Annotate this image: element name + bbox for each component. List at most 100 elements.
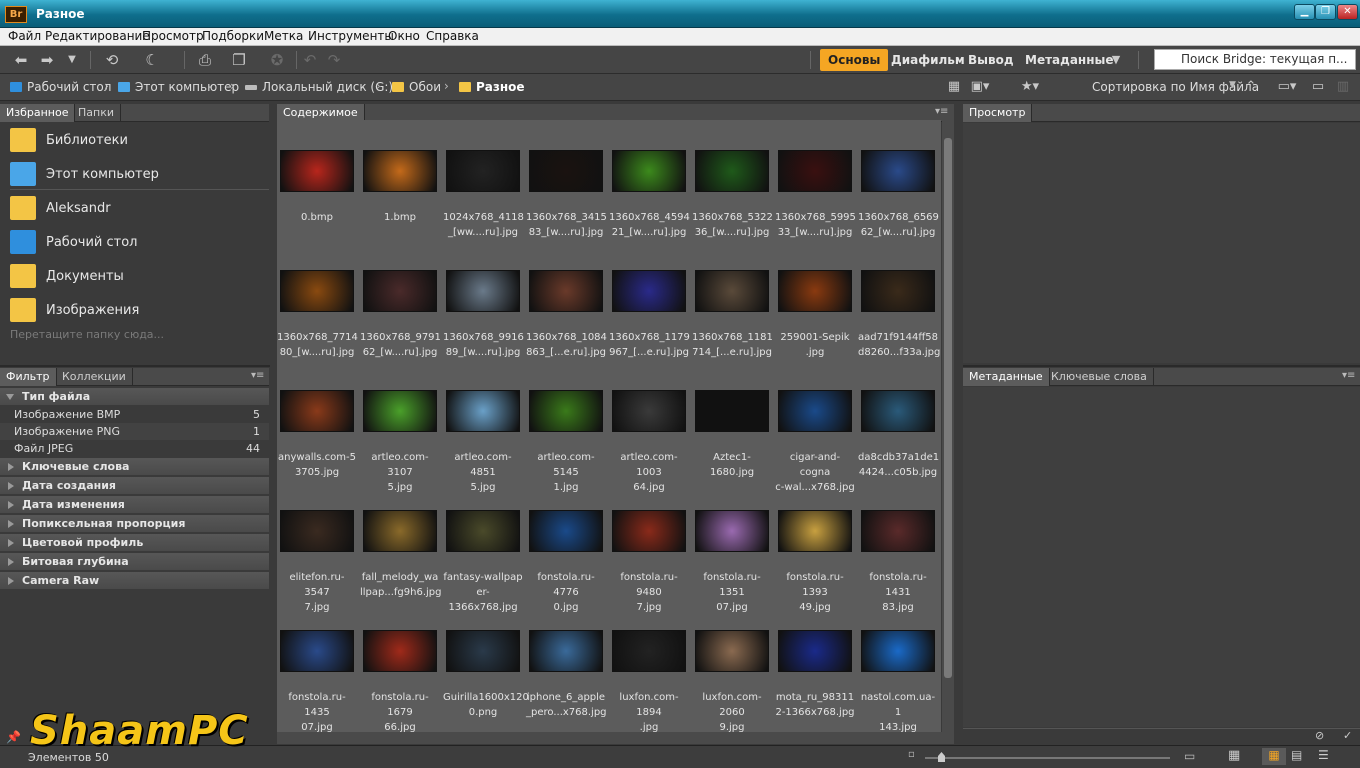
favorite-item[interactable]: Этот компьютер	[10, 159, 159, 189]
thumbnail-image[interactable]	[778, 270, 852, 312]
thumbnail-image[interactable]	[612, 150, 686, 192]
thumbnail-item[interactable]: luxfon.com-1894 .jpg	[609, 600, 692, 732]
panel-splitter[interactable]	[962, 365, 1360, 367]
thumbnail-image[interactable]	[363, 510, 437, 552]
thumbnail-image[interactable]	[861, 390, 935, 432]
thumbnail-image[interactable]	[695, 270, 769, 312]
filter-row[interactable]: Изображение BMP 5	[0, 406, 269, 423]
thumbnail-image[interactable]	[695, 150, 769, 192]
thumbnail-image[interactable]	[363, 270, 437, 312]
forward-icon[interactable]: ➡	[36, 50, 58, 70]
view-thumbnails-icon[interactable]: ▦	[1262, 748, 1286, 765]
thumbnail-item[interactable]: 0.bmp	[277, 120, 360, 240]
thumbnail-image[interactable]	[861, 630, 935, 672]
tab-folders[interactable]: Папки	[72, 104, 121, 122]
thumbnail-image[interactable]	[612, 510, 686, 552]
camera-raw-icon[interactable]: ☾	[142, 50, 162, 70]
thumbnail-item[interactable]: 1360x768_1179 967_[...e.ru].jpg	[609, 240, 692, 360]
rotate-left-icon[interactable]: ↶	[300, 50, 320, 70]
workspace-metadata[interactable]: Метаданные	[1017, 49, 1122, 71]
tab-filter[interactable]: Фильтр	[0, 368, 57, 386]
thumbnail-image[interactable]	[529, 630, 603, 672]
thumbnail-size-slider[interactable]	[925, 757, 1170, 759]
right-splitter[interactable]	[955, 104, 963, 744]
thumbnail-image[interactable]	[778, 150, 852, 192]
thumbnail-image[interactable]	[695, 630, 769, 672]
panel-splitter[interactable]	[0, 365, 270, 367]
thumbnail-quality-icon[interactable]: ▣▾	[966, 77, 994, 97]
favorite-item[interactable]: Изображения	[10, 295, 139, 325]
menu-help[interactable]: Справка	[426, 29, 479, 43]
panel-menu-icon[interactable]: ▾≡	[935, 106, 948, 117]
breadcrumb-chevron-icon[interactable]: ›	[444, 79, 449, 93]
new-folder-icon[interactable]: ▭	[1308, 77, 1328, 97]
menu-tools[interactable]: Инструменты	[308, 29, 394, 43]
thumbnail-item[interactable]: artleo.com-3107 5.jpg	[360, 360, 443, 493]
thumbnail-item[interactable]: artleo.com-5145 1.jpg	[526, 360, 609, 493]
favorite-item[interactable]: Aleksandr	[10, 193, 111, 223]
thumbnail-item[interactable]: nastol.com.ua-1 143.jpg	[858, 600, 941, 732]
boomerang-icon[interactable]: ⟲	[100, 50, 124, 70]
thumbnail-item[interactable]: Guirilla1600x120 0.png	[443, 600, 529, 720]
thumbnail-item[interactable]: 1360x768_7714 80_[w....ru].jpg	[277, 240, 360, 360]
menu-label[interactable]: Метка	[264, 29, 303, 43]
breadcrumb-desktop[interactable]: Рабочий стол	[10, 80, 111, 94]
menu-file[interactable]: Файл	[8, 29, 41, 43]
thumbnail-item[interactable]: fonstola.ru-1393 49.jpg	[775, 480, 858, 613]
search-input[interactable]: Поиск Bridge: текущая п...	[1154, 49, 1356, 70]
tab-preview[interactable]: Просмотр	[963, 104, 1033, 122]
rotate-right-icon[interactable]: ↷	[324, 50, 344, 70]
thumbnail-image[interactable]	[529, 390, 603, 432]
tab-keywords[interactable]: Ключевые слова	[1045, 368, 1154, 386]
thumbnail-image[interactable]	[280, 390, 354, 432]
thumbnail-item[interactable]: fonstola.ru-1431 83.jpg	[858, 480, 941, 613]
thumbnail-image[interactable]	[280, 630, 354, 672]
menu-stacks[interactable]: Подборки	[202, 29, 264, 43]
breadcrumb-chevron-icon[interactable]: ›	[376, 79, 381, 93]
view-details-icon[interactable]: ▤	[1291, 748, 1302, 762]
thumbnail-item[interactable]: anywalls.com-5 3705.jpg	[277, 360, 360, 480]
thumbnail-image[interactable]	[446, 150, 520, 192]
thumbnail-image[interactable]	[280, 270, 354, 312]
view-list-icon[interactable]: ☰	[1318, 748, 1329, 762]
thumbnail-image[interactable]	[861, 150, 935, 192]
thumbnail-item[interactable]: 1360x768_9916 89_[w....ru].jpg	[443, 240, 526, 360]
breadcrumb-computer[interactable]: Этот компьютер	[118, 80, 239, 94]
thumbnail-item[interactable]: fonstola.ru-1435 07.jpg	[277, 600, 360, 732]
thumbnail-image[interactable]	[778, 390, 852, 432]
thumbnail-image[interactable]	[529, 510, 603, 552]
filter-section[interactable]: Дата изменения	[0, 496, 269, 514]
recent-chevron-icon[interactable]: ▼	[64, 50, 80, 70]
thumbnail-image[interactable]	[529, 150, 603, 192]
scrollbar-thumb[interactable]	[944, 138, 952, 678]
thumbnail-item[interactable]: elitefon.ru-3547 7.jpg	[277, 480, 360, 613]
thumbnail-item[interactable]: 1360x768_4594 21_[w....ru].jpg	[609, 120, 692, 240]
workspace-output[interactable]: Вывод	[960, 49, 1022, 71]
breadcrumb-chevron-icon[interactable]: ›	[230, 79, 235, 93]
thumbnail-image[interactable]	[778, 630, 852, 672]
thumbnail-item[interactable]: da8cdb37a1de1 4424...c05b.jpg	[858, 360, 941, 480]
maximize-button[interactable]: ❐	[1315, 4, 1336, 20]
thumbnail-image[interactable]	[446, 270, 520, 312]
breadcrumb-oboi[interactable]: Обои	[392, 80, 441, 94]
left-splitter[interactable]	[270, 104, 277, 744]
thumbnail-image[interactable]	[280, 150, 354, 192]
filter-section[interactable]: Цветовой профиль	[0, 534, 269, 552]
thumbnail-item[interactable]: 1360x768_6569 62_[w....ru].jpg	[858, 120, 941, 240]
thumbnail-image[interactable]	[861, 270, 935, 312]
thumbnail-item[interactable]: 1360x768_3415 83_[w....ru].jpg	[526, 120, 609, 240]
thumbnail-item[interactable]: artleo.com-1003 64.jpg	[609, 360, 692, 493]
workspace-essentials[interactable]: Основы	[820, 49, 889, 71]
filter-section[interactable]: Camera Raw	[0, 572, 269, 590]
star-filter-icon[interactable]: ★▾	[1014, 77, 1046, 97]
thumbnail-item[interactable]: mota_ru_98311 2-1366x768.jpg	[775, 600, 858, 720]
sort-chevron-icon[interactable]: ▼	[1229, 80, 1236, 90]
refine-icon[interactable]: ✪	[266, 50, 288, 70]
thumbnail-image[interactable]	[861, 510, 935, 552]
thumbnail-image[interactable]	[612, 630, 686, 672]
thumbnail-image[interactable]	[612, 270, 686, 312]
thumbnail-image[interactable]	[446, 390, 520, 432]
thumbnail-item[interactable]: 259001-Sepik .jpg	[775, 240, 858, 360]
filter-section[interactable]: Битовая глубина	[0, 553, 269, 571]
trash-icon[interactable]: ▥	[1334, 77, 1352, 97]
